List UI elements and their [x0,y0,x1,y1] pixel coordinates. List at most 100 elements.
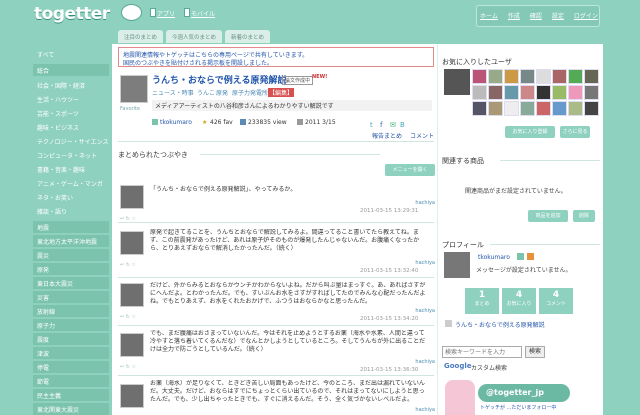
tweet-action-icons[interactable]: ↩ ↻ ☆ [120,262,136,268]
sidebar-item[interactable]: 雑談・語り [33,205,109,217]
share-icon[interactable]: ✉ [390,121,396,129]
twitter-icon[interactable]: t [370,121,373,129]
tweet-action-icons[interactable]: ↩ ↻ ☆ [120,364,136,370]
avatar[interactable] [488,85,503,100]
mobile-link[interactable]: モバイル [191,9,215,18]
tweet-avatar[interactable] [120,283,144,307]
avatar[interactable] [552,69,567,84]
search-button[interactable]: 検索 [525,346,545,358]
twitter-icon[interactable] [517,253,524,260]
tweet-user[interactable]: hachiya [395,308,435,314]
sidebar-item[interactable]: 趣味・ビジネス [33,121,109,133]
sidebar-tag[interactable]: 震災 [33,249,109,261]
avatar[interactable] [488,101,503,116]
author-avatar[interactable] [120,75,148,103]
sidebar-tag[interactable]: 原発 [33,263,109,275]
avatar[interactable] [568,69,583,84]
profile-summary-link[interactable]: うんち・おならで例える原発解説 [455,320,545,329]
comment-link[interactable]: コメント [410,131,434,140]
togetter-logo[interactable]: togetter [34,4,110,24]
sidebar-tag[interactable]: 地震 [33,221,109,233]
avatar[interactable] [504,69,519,84]
avatar[interactable] [536,69,551,84]
tweet-action-icons[interactable]: ↩ ↻ ☆ [120,314,136,320]
sidebar-tag[interactable]: 停電 [33,361,109,373]
tab-new[interactable]: 新着のまとめ [225,30,271,43]
avatar[interactable] [472,85,487,100]
sidebar-item-all[interactable]: すべて [33,48,109,60]
stat-favorites[interactable]: 4 お気に入り [502,288,536,314]
sidebar-item[interactable]: 社会・国際・経済 [33,79,109,91]
sidebar-item[interactable]: テクノロジー・サイエンス [33,135,109,147]
tweet-user[interactable]: hachiya [395,200,435,206]
tweet-user[interactable]: hachiya [395,359,435,365]
sidebar-item[interactable]: 芸能・スポーツ [33,107,109,119]
tweet-date[interactable]: 2011-03-15 13:36:30 [360,367,418,373]
add-product-button[interactable]: 商品を追加 [528,210,568,222]
avatar[interactable] [568,101,583,116]
fav-user-main-avatar[interactable] [444,69,470,95]
tag-link[interactable]: 原発 [216,88,228,97]
tweet-user[interactable]: hachiya [395,407,435,413]
author-link[interactable]: tkokumaro [160,119,192,126]
sidebar-tag[interactable]: 民主主義 [33,389,109,401]
sidebar-tag[interactable]: 災害 [33,291,109,303]
sidebar-tag[interactable]: 節電 [33,375,109,387]
sidebar-tag[interactable]: 東北地方太平洋沖地震 [33,235,109,247]
avatar[interactable] [568,85,583,100]
avatar[interactable] [584,69,599,84]
report-link[interactable]: 報告まとめ [372,131,402,140]
avatar[interactable] [472,69,487,84]
sidebar-tag[interactable]: 東北関東大震災 [33,403,109,415]
avatar[interactable] [488,69,503,84]
nav-login[interactable]: ログイン [574,11,598,20]
see-more-button[interactable]: さらに見る [560,126,590,138]
avatar[interactable] [536,101,551,116]
sidebar-item[interactable]: ネタ・お笑い [33,191,109,203]
tag-link[interactable]: ニュース・時事 [152,88,194,97]
avatar[interactable] [504,85,519,100]
avatar[interactable] [520,101,535,116]
sidebar-item[interactable]: アニメ・ゲーム・マンガ [33,177,109,189]
facebook-icon[interactable]: f [380,121,382,129]
tweet-avatar[interactable] [120,333,144,357]
tweet-date[interactable]: 2011-03-15 13:32:40 [360,268,418,274]
sidebar-tag[interactable]: 放射線 [33,305,109,317]
sidebar-item-general[interactable]: 総合 [33,64,109,76]
avatar[interactable] [536,85,551,100]
avatar[interactable] [584,101,599,116]
favorite-button[interactable]: Favorite [120,106,140,112]
nav-home[interactable]: ホーム [480,11,498,20]
nav-settings[interactable]: 設定 [552,11,564,20]
avatar[interactable] [552,101,567,116]
avatar[interactable] [584,85,599,100]
sidebar-tag[interactable]: 原子力 [33,319,109,331]
sidebar-item[interactable]: コンピュータ・ネット [33,149,109,161]
tab-featured[interactable]: 注目のまとめ [118,30,164,43]
tweet-date[interactable]: 2011-03-15 13:29:31 [360,208,418,214]
sidebar-item[interactable]: 書籍・音楽・趣味 [33,163,109,175]
avatar[interactable] [520,85,535,100]
nav-check[interactable]: 確認 [530,11,542,20]
tweet-avatar[interactable] [120,185,144,209]
sidebar-item[interactable]: 生活・ハウツー [33,93,109,105]
avatar[interactable] [520,69,535,84]
notice-link-2[interactable]: 国民のつぶやきを貼付けされる掲示板を開設しました。 [123,58,273,67]
edit-link[interactable]: 【編集】 [268,88,295,97]
app-link[interactable]: アプリ [157,9,175,18]
rss-icon[interactable] [527,253,534,260]
search-input[interactable] [442,346,522,358]
menu-button[interactable]: メニューを開く [385,164,435,176]
tag-link[interactable]: うんこ [197,88,215,97]
stat-summaries[interactable]: 1 まとめ [465,288,499,314]
tab-weekly[interactable]: 今週人気のまとめ [166,30,223,43]
profile-avatar[interactable] [444,252,470,278]
avatar[interactable] [504,101,519,116]
page-title[interactable]: うんち・おならで例える原発解説 [152,73,286,86]
profile-username[interactable]: tkokumaro [478,254,510,261]
sidebar-tag[interactable]: 震度 [33,333,109,345]
tag-link[interactable]: 原子力発電所 [232,88,268,97]
sidebar-tag[interactable]: 津波 [33,347,109,359]
avatar[interactable] [552,85,567,100]
stat-comments[interactable]: 4 コメント [539,288,573,314]
